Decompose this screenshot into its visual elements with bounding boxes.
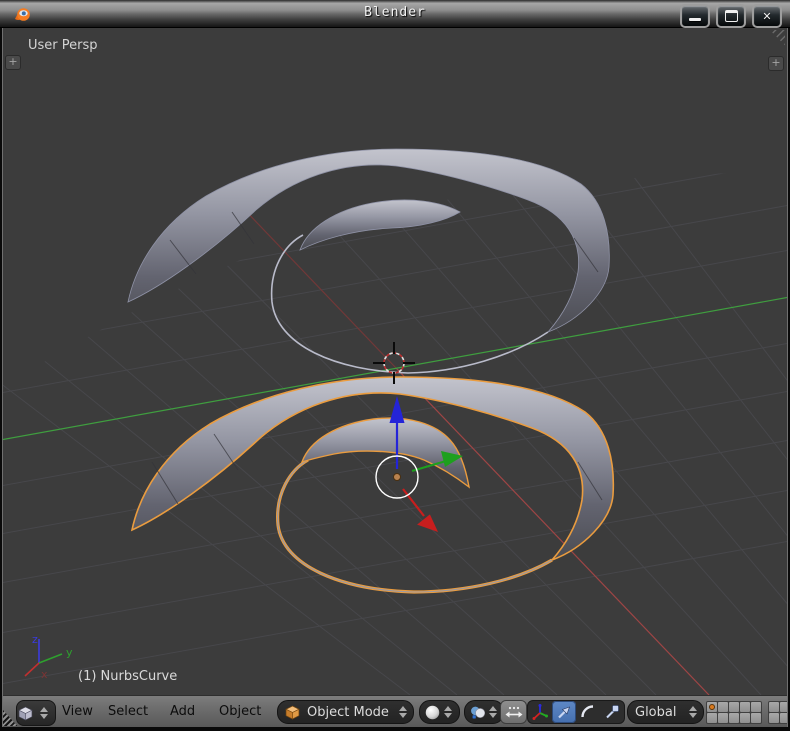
3d-viewport-editor-icon (18, 706, 33, 721)
mode-dropdown-value: Object Mode (300, 705, 395, 720)
toolshelf-expand-button[interactable]: + (5, 55, 21, 70)
layer-button[interactable] (769, 702, 779, 712)
blender-window: Blender ✕ (0, 0, 790, 731)
axis-y-label: y (66, 646, 73, 659)
pivot-point-dropdown[interactable] (464, 700, 504, 724)
nurbs-surface-selected[interactable] (132, 377, 613, 592)
3d-viewport[interactable]: User Persp + + z y x (1) NurbsCurve (3, 28, 787, 695)
manipulate-center-points-icon (505, 706, 523, 719)
layer-button[interactable] (707, 713, 717, 723)
mini-axis-gizmo: z y x (17, 631, 77, 687)
menu-add[interactable]: Add (170, 696, 195, 727)
translate-icon (555, 703, 573, 721)
rotate-icon (579, 703, 597, 721)
layer-button[interactable] (780, 702, 787, 712)
dropdown-arrows-icon (688, 706, 698, 718)
layer-button[interactable] (780, 713, 787, 723)
titlebar[interactable]: Blender ✕ (0, 0, 790, 28)
layer-button[interactable] (751, 713, 761, 723)
layer-button[interactable] (718, 713, 728, 723)
layer-button[interactable] (740, 702, 750, 712)
axis-x-label: x (41, 668, 48, 681)
viewport-header: View Select Add Object Object Mode (3, 695, 787, 727)
manipulator-toggle-button[interactable] (528, 701, 552, 723)
close-icon: ✕ (762, 11, 771, 22)
manipulator-axes-icon (531, 703, 549, 721)
minimize-icon (689, 18, 701, 21)
rotate-manipulator-button[interactable] (576, 701, 600, 723)
layer-button[interactable] (769, 713, 779, 723)
window-controls: ✕ (680, 4, 782, 28)
menu-view[interactable]: View (62, 696, 93, 727)
layer-object-dot (709, 704, 715, 710)
viewport-shading-dropdown[interactable] (419, 700, 460, 724)
view-label: User Persp (28, 38, 98, 53)
window-content: User Persp + + z y x (1) NurbsCurve (2, 28, 788, 727)
layer-buttons-group-1 (706, 701, 762, 724)
window-title: Blender (0, 5, 790, 20)
properties-expand-button[interactable]: + (768, 56, 784, 71)
transform-orientation-dropdown[interactable]: Global (627, 700, 704, 724)
manipulate-center-points-toggle[interactable] (500, 700, 527, 724)
layer-buttons-group-2 (768, 701, 787, 724)
orientation-dropdown-value: Global (628, 705, 685, 720)
object-origin-dot (394, 474, 401, 481)
scale-icon (603, 703, 621, 721)
maximize-button[interactable] (716, 4, 746, 28)
menu-select[interactable]: Select (108, 696, 148, 727)
minimize-button[interactable] (680, 4, 710, 28)
mode-dropdown[interactable]: Object Mode (277, 700, 414, 724)
object-mode-cube-icon (285, 705, 300, 720)
translate-manipulator-button[interactable] (552, 701, 576, 723)
maximize-icon (725, 10, 738, 22)
dropdown-arrows-icon (398, 706, 408, 718)
solid-shading-sphere-icon (425, 705, 440, 720)
menu-object[interactable]: Object (219, 696, 261, 727)
median-point-pivot-icon (470, 705, 485, 720)
dropdown-arrows-icon (39, 707, 49, 719)
layer-button[interactable] (751, 702, 761, 712)
layer-button[interactable] (718, 702, 728, 712)
dropdown-arrows-icon (443, 706, 453, 718)
editor-type-button[interactable] (16, 700, 56, 726)
dropdown-arrows-icon (488, 706, 498, 718)
close-button[interactable]: ✕ (752, 4, 782, 28)
scale-manipulator-button[interactable] (600, 701, 624, 723)
layer-button[interactable] (729, 702, 739, 712)
grid-floor (3, 30, 787, 695)
layer-button[interactable] (740, 713, 750, 723)
layer-button[interactable] (729, 713, 739, 723)
axis-z-label: z (32, 633, 38, 646)
viewport-scene (3, 28, 787, 695)
manipulator-button-group (527, 700, 625, 724)
layer-button-active[interactable] (707, 702, 717, 712)
active-object-label: (1) NurbsCurve (78, 669, 177, 684)
